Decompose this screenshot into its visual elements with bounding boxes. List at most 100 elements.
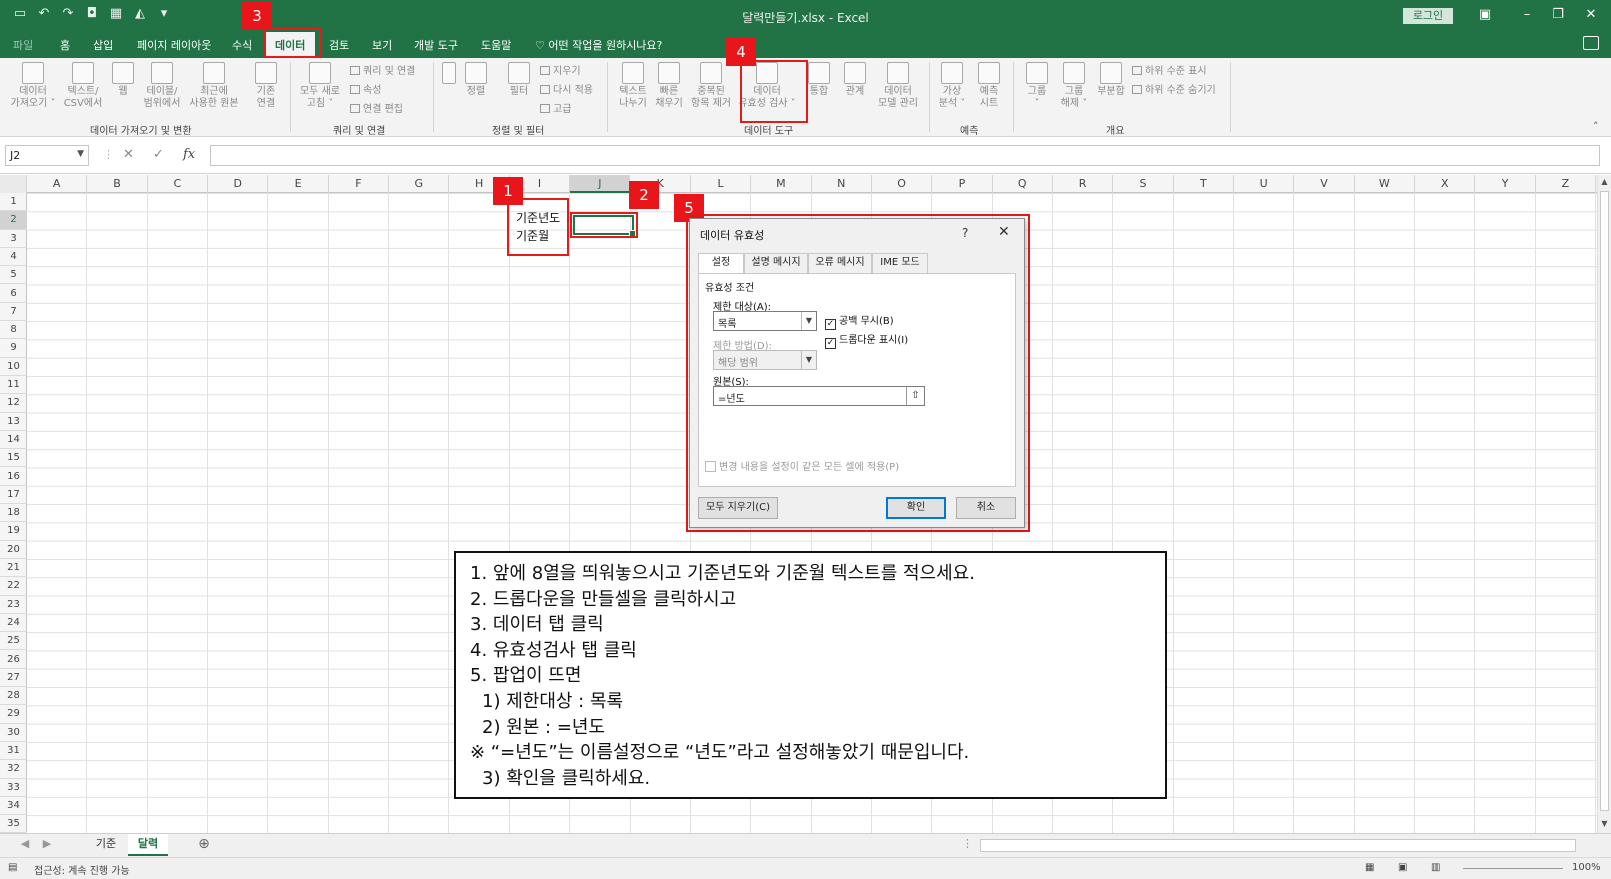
data-model-button[interactable]: 데이터 모델 관리 xyxy=(873,62,923,110)
name-box[interactable]: J2 ▼ xyxy=(5,145,89,166)
tab-view[interactable]: 보기 xyxy=(372,37,392,53)
insert-function-icon[interactable]: fx xyxy=(183,147,195,162)
queries-connections-button[interactable]: 쿼리 및 연결 xyxy=(350,62,415,77)
forecast-sheet-button[interactable]: 예측 시트 xyxy=(972,62,1006,110)
row-header-35[interactable]: 35 xyxy=(0,815,27,833)
text-to-columns-button[interactable]: 텍스트 나누기 xyxy=(614,62,652,110)
row-header-11[interactable]: 11 xyxy=(0,376,27,395)
range-picker-icon[interactable]: ⇧ xyxy=(906,387,924,405)
row-header-34[interactable]: 34 xyxy=(0,797,27,816)
cancel-icon[interactable]: ✕ xyxy=(123,147,134,162)
tab-home[interactable]: 홈 xyxy=(60,37,70,53)
column-header-Z[interactable]: Z xyxy=(1536,175,1597,193)
row-header-2[interactable]: 2 xyxy=(0,211,27,230)
refresh-all-button[interactable]: 모두 새로 고침 ˅ xyxy=(297,62,343,110)
column-header-T[interactable]: T xyxy=(1174,175,1234,193)
tell-me-search[interactable]: ♡ 어떤 작업을 원하시나요? xyxy=(535,37,662,53)
row-header-33[interactable]: 33 xyxy=(0,779,27,797)
in-cell-dropdown-checkbox[interactable]: ✓ 드롭다운 표시(I) xyxy=(825,331,908,349)
tab-insert[interactable]: 삽입 xyxy=(93,37,113,53)
scrollbar-thumb[interactable] xyxy=(1600,191,1609,811)
allow-select[interactable]: 목록 ▼ xyxy=(713,311,817,331)
scroll-up-icon[interactable]: ▲ xyxy=(1598,177,1611,186)
sheet-tab-base[interactable]: 기준 xyxy=(86,834,126,856)
clear-filter-button[interactable]: 지우기 xyxy=(540,62,581,77)
enter-check-icon[interactable]: ✓ xyxy=(153,147,164,162)
row-header-28[interactable]: 28 xyxy=(0,687,27,706)
select-all-corner[interactable] xyxy=(0,175,27,193)
sort-az-button[interactable] xyxy=(440,62,458,86)
ribbon-display-icon[interactable]: ▣ xyxy=(1476,7,1494,22)
ok-button[interactable]: 확인 xyxy=(886,497,946,519)
row-header-21[interactable]: 21 xyxy=(0,559,27,578)
row-header-13[interactable]: 13 xyxy=(0,413,27,431)
normal-view-icon[interactable]: ▦ xyxy=(1365,862,1374,873)
cancel-button[interactable]: 취소 xyxy=(956,497,1016,519)
row-header-20[interactable]: 20 xyxy=(0,541,27,559)
add-sheet-icon[interactable]: ⊕ xyxy=(194,834,214,856)
zoom-slider[interactable] xyxy=(1463,868,1563,869)
row-header-9[interactable]: 9 xyxy=(0,339,27,358)
row-header-15[interactable]: 15 xyxy=(0,449,27,468)
row-header-30[interactable]: 30 xyxy=(0,724,27,742)
row-header-5[interactable]: 5 xyxy=(0,266,27,285)
column-header-S[interactable]: S xyxy=(1113,175,1174,193)
tab-input-message[interactable]: 설명 메시지 xyxy=(744,253,808,273)
from-table-range-button[interactable]: 테이블/범위에서 xyxy=(139,62,185,110)
comment-icon[interactable] xyxy=(1583,36,1599,50)
row-header-4[interactable]: 4 xyxy=(0,248,27,267)
edit-links-button[interactable]: 연결 편집 xyxy=(350,100,403,115)
column-header-Q[interactable]: Q xyxy=(993,175,1053,193)
row-header-31[interactable]: 31 xyxy=(0,742,27,761)
horizontal-scrollbar[interactable] xyxy=(980,839,1576,852)
row-header-10[interactable]: 10 xyxy=(0,358,27,376)
close-icon[interactable]: ✕ xyxy=(998,224,1010,240)
page-break-view-icon[interactable]: ▥ xyxy=(1431,862,1440,873)
tab-settings[interactable]: 설정 xyxy=(698,253,744,274)
zoom-level[interactable]: 100% xyxy=(1572,862,1601,873)
row-header-27[interactable]: 27 xyxy=(0,669,27,688)
column-header-X[interactable]: X xyxy=(1415,175,1476,193)
collapse-ribbon-icon[interactable]: ˄ xyxy=(1593,120,1599,133)
column-header-J[interactable]: J xyxy=(570,175,631,193)
help-icon[interactable]: ? xyxy=(962,226,968,240)
row-header-26[interactable]: 26 xyxy=(0,651,27,669)
accessibility-status[interactable]: 접근성: 계속 진행 가능 xyxy=(34,862,130,877)
row-header-12[interactable]: 12 xyxy=(0,394,27,413)
scroll-down-icon[interactable]: ▼ xyxy=(1598,819,1611,828)
row-header-3[interactable]: 3 xyxy=(0,230,27,248)
column-header-C[interactable]: C xyxy=(148,175,209,193)
tab-help[interactable]: 도움말 xyxy=(481,37,511,53)
row-header-23[interactable]: 23 xyxy=(0,596,27,614)
column-header-R[interactable]: R xyxy=(1053,175,1114,193)
row-header-29[interactable]: 29 xyxy=(0,705,27,724)
splitter-icon[interactable]: ⋮ xyxy=(962,834,973,856)
tab-developer[interactable]: 개발 도구 xyxy=(414,37,458,53)
column-header-V[interactable]: V xyxy=(1294,175,1355,193)
tab-review[interactable]: 검토 xyxy=(329,37,349,53)
page-layout-view-icon[interactable]: ▣ xyxy=(1398,862,1407,873)
column-header-N[interactable]: N xyxy=(812,175,872,193)
group-button[interactable]: 그룹 ˅ xyxy=(1020,62,1054,110)
row-header-8[interactable]: 8 xyxy=(0,321,27,340)
row-header-17[interactable]: 17 xyxy=(0,486,27,505)
tab-formulas[interactable]: 수식 xyxy=(232,37,252,53)
from-text-csv-button[interactable]: 텍스트/CSV에서 xyxy=(60,62,106,110)
ignore-blank-checkbox[interactable]: ✓ 공백 무시(B) xyxy=(825,312,894,330)
advanced-filter-button[interactable]: 고급 xyxy=(540,100,571,115)
row-header-14[interactable]: 14 xyxy=(0,431,27,450)
row-header-18[interactable]: 18 xyxy=(0,504,27,523)
row-header-24[interactable]: 24 xyxy=(0,614,27,633)
sheet-tab-calendar[interactable]: 달력 xyxy=(128,834,168,856)
reapply-filter-button[interactable]: 다시 적용 xyxy=(540,81,593,96)
column-header-L[interactable]: L xyxy=(691,175,752,193)
column-header-G[interactable]: G xyxy=(389,175,450,193)
column-header-D[interactable]: D xyxy=(208,175,269,193)
filter-button[interactable]: 필터 xyxy=(505,62,533,98)
clear-all-button[interactable]: 모두 지우기(C) xyxy=(698,497,778,519)
restore-icon[interactable]: ❐ xyxy=(1549,7,1567,22)
subtotal-button[interactable]: 부분합 xyxy=(1093,62,1129,98)
column-header-F[interactable]: F xyxy=(329,175,390,193)
from-web-button[interactable]: 웹 xyxy=(110,62,136,98)
existing-connections-button[interactable]: 기존 연결 xyxy=(249,62,283,110)
